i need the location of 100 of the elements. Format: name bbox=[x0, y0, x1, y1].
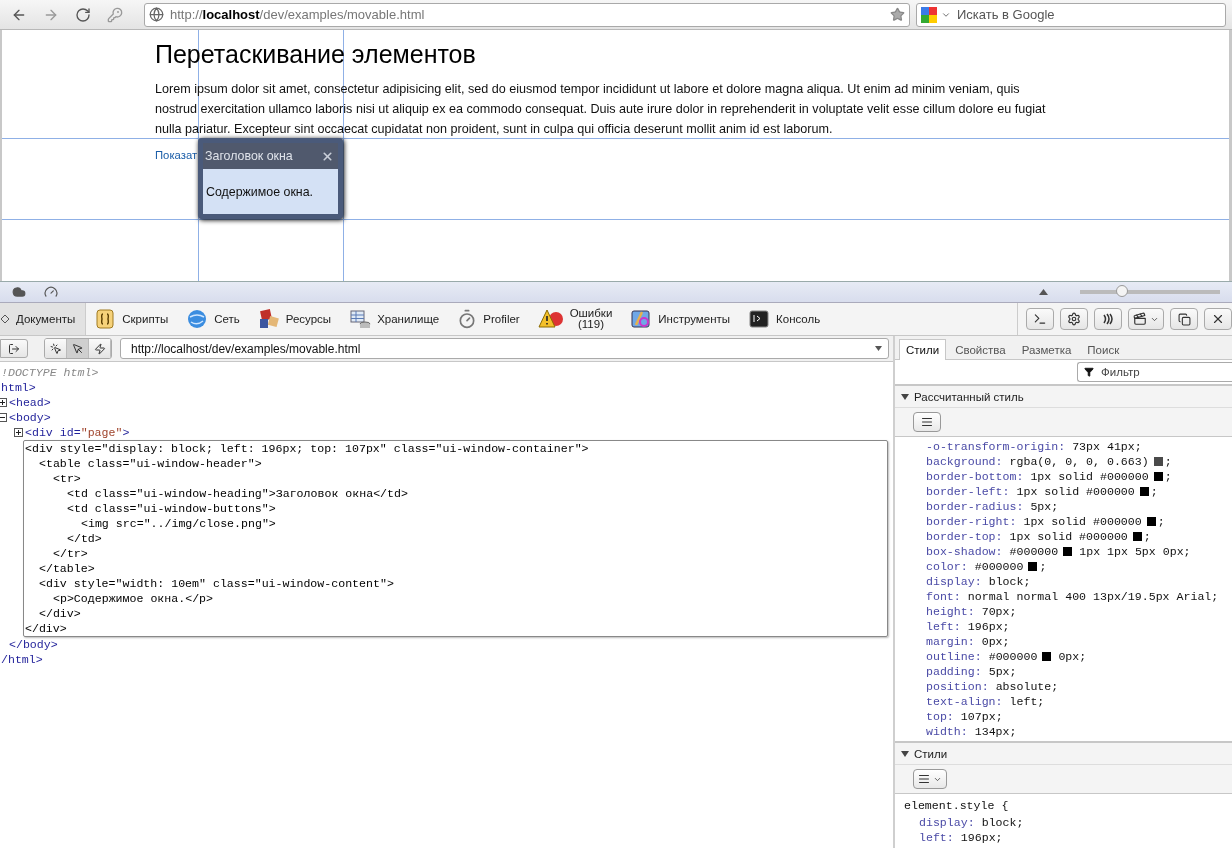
css-value: #000000 bbox=[1009, 544, 1059, 559]
devtools-tab[interactable]: Хранилище bbox=[341, 303, 450, 335]
list-icon bbox=[918, 773, 930, 785]
cloud-icon[interactable] bbox=[12, 285, 26, 299]
console-button[interactable] bbox=[1026, 308, 1054, 330]
css-value: left; bbox=[1009, 694, 1045, 709]
tag-line[interactable]: <div style="display: block; left: 196px; top: 107px" class="ui-window-container"> bbox=[25, 441, 589, 456]
css-property: position: bbox=[926, 679, 989, 694]
tag-line[interactable]: <head> bbox=[9, 395, 51, 410]
css-value: 73px 41px; bbox=[1072, 439, 1142, 454]
tag-line[interactable]: <div id="page"> bbox=[25, 425, 130, 440]
format-dropdown-button[interactable] bbox=[913, 769, 947, 789]
devtools-tab[interactable]: Ресурсы bbox=[249, 303, 342, 335]
panel-tab[interactable]: Свойства bbox=[948, 339, 1013, 360]
css-property: left: bbox=[926, 619, 961, 634]
up-triangle-icon[interactable] bbox=[1039, 289, 1048, 295]
css-value: 70px; bbox=[981, 604, 1017, 619]
filter-icon bbox=[1084, 367, 1094, 377]
close-button[interactable] bbox=[1204, 308, 1232, 330]
expand-toggle-icon[interactable] bbox=[14, 428, 23, 437]
tag-line[interactable]: html> bbox=[1, 380, 36, 395]
exit-icon bbox=[8, 342, 20, 355]
tag-line[interactable]: <table class="ui-window-header"> bbox=[39, 456, 262, 471]
expand-toggle-icon[interactable] bbox=[0, 398, 7, 407]
settings-button[interactable] bbox=[1060, 308, 1088, 330]
css-property: border-left: bbox=[926, 484, 1010, 499]
panel-tab[interactable]: Поиск bbox=[1080, 339, 1127, 360]
exit-button[interactable] bbox=[0, 339, 28, 358]
css-value: 1px solid #000000 bbox=[1009, 529, 1128, 544]
lightning-tool-button[interactable] bbox=[89, 339, 111, 358]
css-property: margin: bbox=[926, 634, 975, 649]
section-header[interactable]: Стили bbox=[895, 742, 1232, 765]
css-value: 1px solid #000000 bbox=[1023, 514, 1142, 529]
document-select[interactable]: http://localhost/dev/examples/movable.html bbox=[120, 338, 889, 359]
devtools-tab[interactable]: Profiler bbox=[449, 303, 530, 335]
css-property: padding: bbox=[926, 664, 982, 679]
css-value: 5px; bbox=[988, 664, 1017, 679]
select-click-tool-button[interactable] bbox=[45, 339, 67, 358]
popup-window[interactable]: Заголовок окна Содержимое окна. bbox=[198, 138, 343, 219]
css-property: border-bottom: bbox=[926, 469, 1024, 484]
css-property: outline: bbox=[926, 649, 982, 664]
css-property: box-shadow: bbox=[926, 544, 1003, 559]
css-property: background: bbox=[926, 454, 1003, 469]
broadcast-button[interactable] bbox=[1094, 308, 1122, 330]
close-icon[interactable] bbox=[321, 149, 334, 163]
devtools-tab[interactable]: Инструменты bbox=[622, 303, 741, 335]
sound-waves-icon bbox=[1101, 312, 1115, 326]
tag-line[interactable]: <p>Содержимое окна.</p> bbox=[53, 591, 214, 606]
css-value: ; bbox=[1164, 469, 1172, 484]
address-bar[interactable]: http://localhost/dev/examples/movable.html bbox=[144, 2, 910, 27]
css-value: 0px; bbox=[1058, 649, 1087, 664]
css-property: border-top: bbox=[926, 529, 1003, 544]
css-value: ; bbox=[1143, 529, 1151, 544]
css-value: block; bbox=[981, 815, 1024, 830]
restore-button[interactable] bbox=[1170, 308, 1198, 330]
filter-bar[interactable]: Фильтр bbox=[1077, 362, 1232, 382]
css-property: display: bbox=[919, 815, 975, 830]
closing-tag-line: </div> bbox=[25, 621, 67, 636]
doctype-line: !DOCTYPE html> bbox=[1, 365, 99, 380]
devtools-tab[interactable]: Ошибки (119) bbox=[529, 303, 623, 335]
page-heading: Перетаскивание элементов bbox=[155, 40, 477, 69]
database-table-icon bbox=[349, 308, 372, 330]
globe-icon bbox=[186, 308, 209, 330]
slider-thumb[interactable] bbox=[1116, 285, 1128, 297]
tag-line[interactable]: <td class="ui-window-buttons"> bbox=[67, 501, 276, 516]
format-button[interactable] bbox=[913, 412, 941, 432]
lorem-paragraph: Lorem ipsum dolor sit amet, consectetur adipisicing elit, sed do eiusmod tempor incididunt ut labore et dolore magna aliqua. Ut enim ad minim veniam, quis nostrud exercitation ullamco laboris nisi ut aliquip ex ea commodo consequat. Duis aute irure dolor in reprehenderit in voluptate velit esse cillum dolore eu fugiat nulla pariatur. Excepteur sint occaecat cupidatat non proident, sunt in culpa qui officia deserunt mollit anim id est laborum. bbox=[155, 81, 1047, 138]
panel-tab[interactable]: Разметка bbox=[1014, 339, 1079, 360]
pointer-click-icon bbox=[49, 342, 62, 355]
tag-line[interactable]: <tr> bbox=[53, 471, 81, 486]
clapperboard-dropdown-button[interactable] bbox=[1128, 308, 1164, 330]
star-icon[interactable] bbox=[890, 7, 905, 22]
collapse-toggle-icon[interactable] bbox=[0, 413, 7, 422]
devtools-tab[interactable]: Сеть bbox=[178, 303, 250, 335]
closing-tag-line: </table> bbox=[39, 561, 95, 576]
gauge-icon[interactable] bbox=[44, 285, 58, 299]
globe-icon bbox=[149, 7, 164, 22]
css-value: 134px; bbox=[974, 724, 1017, 739]
closing-tag-line: </tr> bbox=[53, 546, 88, 561]
devtools-tab[interactable]: Скрипты bbox=[86, 303, 179, 335]
panel-tab[interactable]: Стили bbox=[899, 339, 947, 360]
show-window-link[interactable]: Показат bbox=[155, 149, 198, 161]
closing-tag-line: /html> bbox=[1, 652, 43, 667]
tag-line[interactable]: <div style="width: 10em" class="ui-window-content"> bbox=[39, 576, 394, 591]
close-icon bbox=[1211, 312, 1225, 326]
tag-line[interactable]: <body> bbox=[9, 410, 51, 425]
search-bar[interactable]: Искать в Google bbox=[916, 2, 1226, 27]
search-engine-icon[interactable] bbox=[921, 6, 937, 23]
tag-line[interactable]: <img src="../img/close.png"> bbox=[81, 516, 276, 531]
css-value: ; bbox=[1157, 514, 1165, 529]
devtools-tab[interactable]: Документы bbox=[0, 303, 87, 335]
devtools-tab[interactable]: Консоль bbox=[740, 303, 831, 335]
tag-line[interactable]: <td class="ui-window-heading">Заголовок окна</td> bbox=[67, 486, 408, 501]
css-property: font: bbox=[926, 589, 961, 604]
lightning-icon bbox=[93, 342, 106, 355]
selected-element-box[interactable] bbox=[23, 440, 888, 637]
section-header[interactable]: Рассчитанный стиль bbox=[895, 385, 1232, 408]
css-property: left: bbox=[919, 830, 954, 845]
pointer-tool-button[interactable] bbox=[67, 339, 89, 358]
clapperboard-icon bbox=[1133, 312, 1147, 326]
